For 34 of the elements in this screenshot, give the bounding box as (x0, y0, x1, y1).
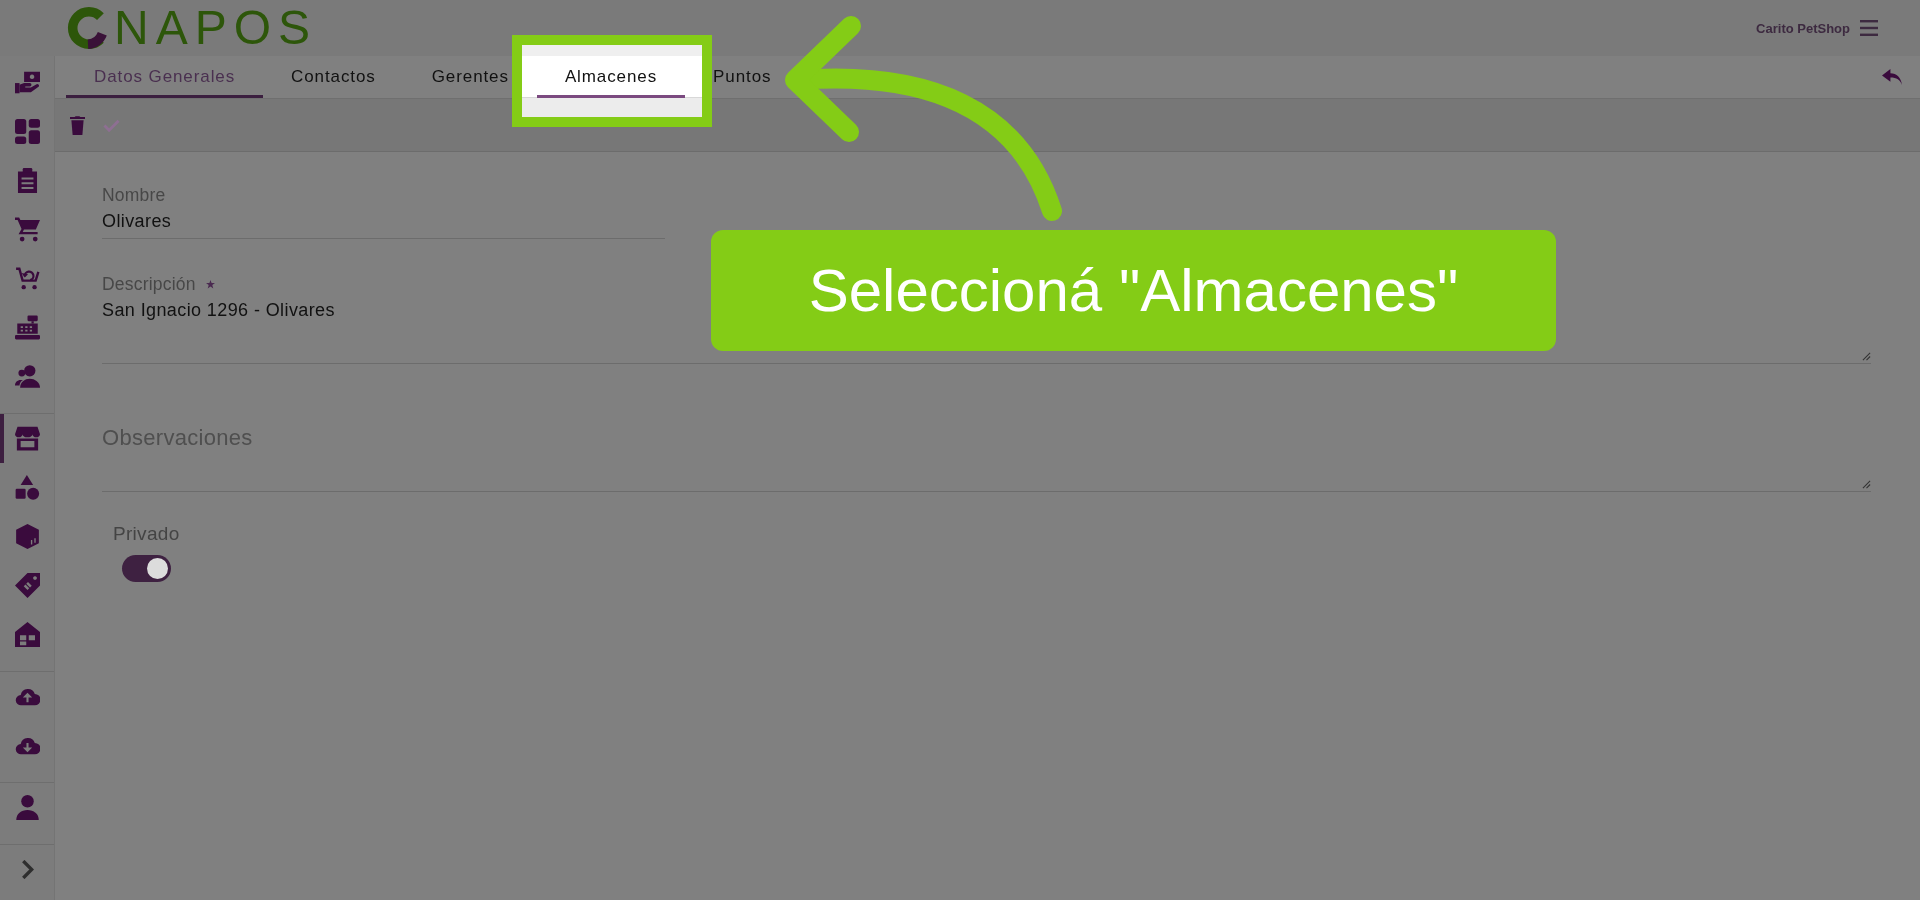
chevron-right-icon (20, 860, 34, 879)
field-label: Descripción (102, 274, 196, 294)
users-icon (14, 364, 40, 389)
box-icon (14, 524, 40, 549)
tab[interactable]: Gerentes (403, 56, 537, 98)
shapes-icon (14, 475, 40, 500)
cart-icon (14, 217, 40, 242)
check-icon (103, 118, 120, 132)
menu-icon (1860, 20, 1878, 36)
price-tag-icon (14, 573, 40, 598)
reply-arrow-icon (1882, 69, 1902, 85)
delete-button[interactable] (68, 113, 87, 137)
warehouse-icon (14, 622, 40, 647)
toggle-switch[interactable] (122, 555, 171, 582)
tab[interactable]: Almacenes (536, 56, 686, 98)
account-name: Carito PetShop (1756, 20, 1850, 36)
toggle-label: Privado (113, 523, 180, 545)
logo-text: NAPOS (114, 3, 318, 53)
menu-button[interactable] (1860, 20, 1878, 36)
cash-register-icon (14, 315, 40, 340)
tab[interactable]: Contactos (263, 56, 404, 98)
store-icon (14, 426, 40, 451)
trash-icon (70, 115, 85, 135)
field-label: Nombre (102, 185, 166, 205)
resize-handle-icon[interactable] (1862, 480, 1871, 489)
dashboard-icon (14, 119, 40, 144)
tutorial-callout: Seleccioná "Almacenes" (711, 230, 1556, 351)
user-icon (14, 795, 40, 820)
hand-bill-icon (14, 70, 40, 95)
resize-handle-icon[interactable] (1862, 352, 1871, 361)
cart-return-icon (14, 266, 40, 291)
logo-ring-icon (67, 7, 109, 49)
tab[interactable]: Puntos (685, 56, 800, 98)
text-input[interactable]: Olivares (102, 210, 665, 239)
